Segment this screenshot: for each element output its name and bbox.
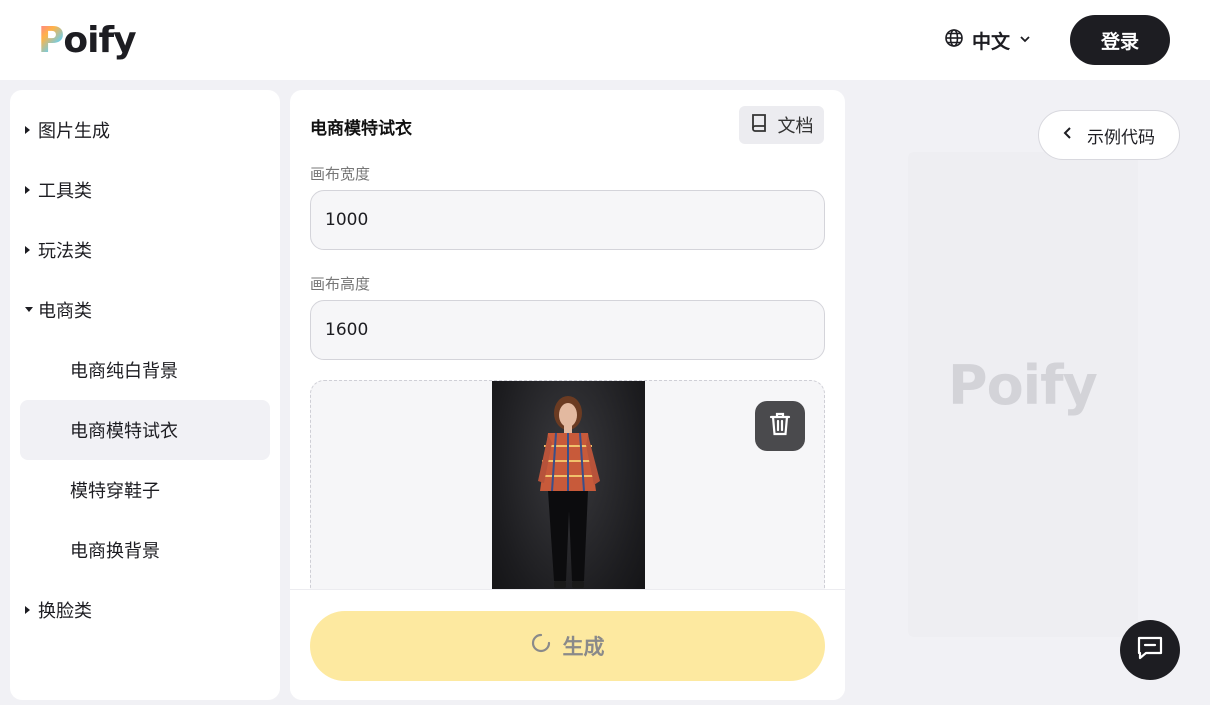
sample-code-label: 示例代码 xyxy=(1087,127,1155,148)
caret-right-icon xyxy=(24,245,38,255)
result-preview-area: Poify xyxy=(908,152,1138,637)
sidebar-item-label: 模特穿鞋子 xyxy=(70,481,160,502)
globe-icon xyxy=(944,28,964,52)
height-label: 画布高度 xyxy=(310,275,371,293)
sidebar-item-white-background[interactable]: 电商纯白背景 xyxy=(20,340,270,400)
sidebar-item-label: 图片生成 xyxy=(38,121,110,142)
sidebar-item-label: 电商换背景 xyxy=(70,541,160,562)
canvas-height-input[interactable] xyxy=(310,300,825,360)
category-sidebar: 图片生成 工具类 玩法类 电商类 电商纯白背景 电商模特试衣 模特穿鞋子 电商换… xyxy=(10,90,280,700)
trash-icon xyxy=(768,411,792,441)
docs-button[interactable]: 文档 xyxy=(739,106,824,144)
book-icon xyxy=(750,113,768,138)
sidebar-item-model-shoes[interactable]: 模特穿鞋子 xyxy=(20,460,270,520)
caret-right-icon xyxy=(24,605,38,615)
sidebar-item-tools[interactable]: 工具类 xyxy=(20,160,270,220)
logo-text: oify xyxy=(63,19,136,61)
sidebar-item-label: 换脸类 xyxy=(38,601,92,622)
login-button[interactable]: 登录 xyxy=(1070,15,1170,65)
caret-right-icon xyxy=(24,125,38,135)
form-panel: 电商模特试衣 文档 画布宽度 画布高度 xyxy=(290,90,845,700)
sidebar-item-gameplay[interactable]: 玩法类 xyxy=(20,220,270,280)
caret-down-icon xyxy=(24,306,38,314)
sidebar-item-label: 电商模特试衣 xyxy=(70,421,178,442)
sidebar-item-face-swap[interactable]: 换脸类 xyxy=(20,580,270,640)
sidebar-item-label: 电商纯白背景 xyxy=(70,361,178,382)
poify-logo[interactable]: Poify xyxy=(38,18,137,62)
chat-support-button[interactable] xyxy=(1120,620,1180,680)
caret-right-icon xyxy=(24,185,38,195)
sidebar-item-change-background[interactable]: 电商换背景 xyxy=(20,520,270,580)
language-label: 中文 xyxy=(972,30,1011,53)
generate-button[interactable]: 生成 xyxy=(310,611,825,681)
language-selector[interactable]: 中文 xyxy=(944,27,1032,53)
top-bar: Poify 中文 登录 xyxy=(0,0,1210,80)
panel-title: 电商模特试衣 xyxy=(310,119,412,139)
generate-label: 生成 xyxy=(562,636,605,659)
preview-watermark: Poify xyxy=(948,354,1098,417)
chevron-left-icon xyxy=(1063,125,1073,145)
sidebar-item-ecommerce[interactable]: 电商类 xyxy=(20,280,270,340)
chat-bubble-icon xyxy=(1136,635,1164,665)
delete-image-button[interactable] xyxy=(755,401,805,451)
logo-initial: P xyxy=(38,19,64,61)
sidebar-item-label: 玩法类 xyxy=(38,241,92,262)
chevron-down-icon xyxy=(1018,31,1032,50)
model-photo xyxy=(492,381,645,611)
panel-footer: 生成 xyxy=(290,589,845,700)
sample-code-button[interactable]: 示例代码 xyxy=(1038,110,1180,160)
sidebar-item-label: 电商类 xyxy=(38,301,92,322)
sidebar-item-model-try-on[interactable]: 电商模特试衣 xyxy=(20,400,270,460)
spinner-icon xyxy=(531,633,551,659)
width-label: 画布宽度 xyxy=(310,165,371,183)
docs-label: 文档 xyxy=(777,116,814,137)
sidebar-item-label: 工具类 xyxy=(38,181,92,202)
canvas-width-input[interactable] xyxy=(310,190,825,250)
sidebar-item-image-generation[interactable]: 图片生成 xyxy=(20,100,270,160)
